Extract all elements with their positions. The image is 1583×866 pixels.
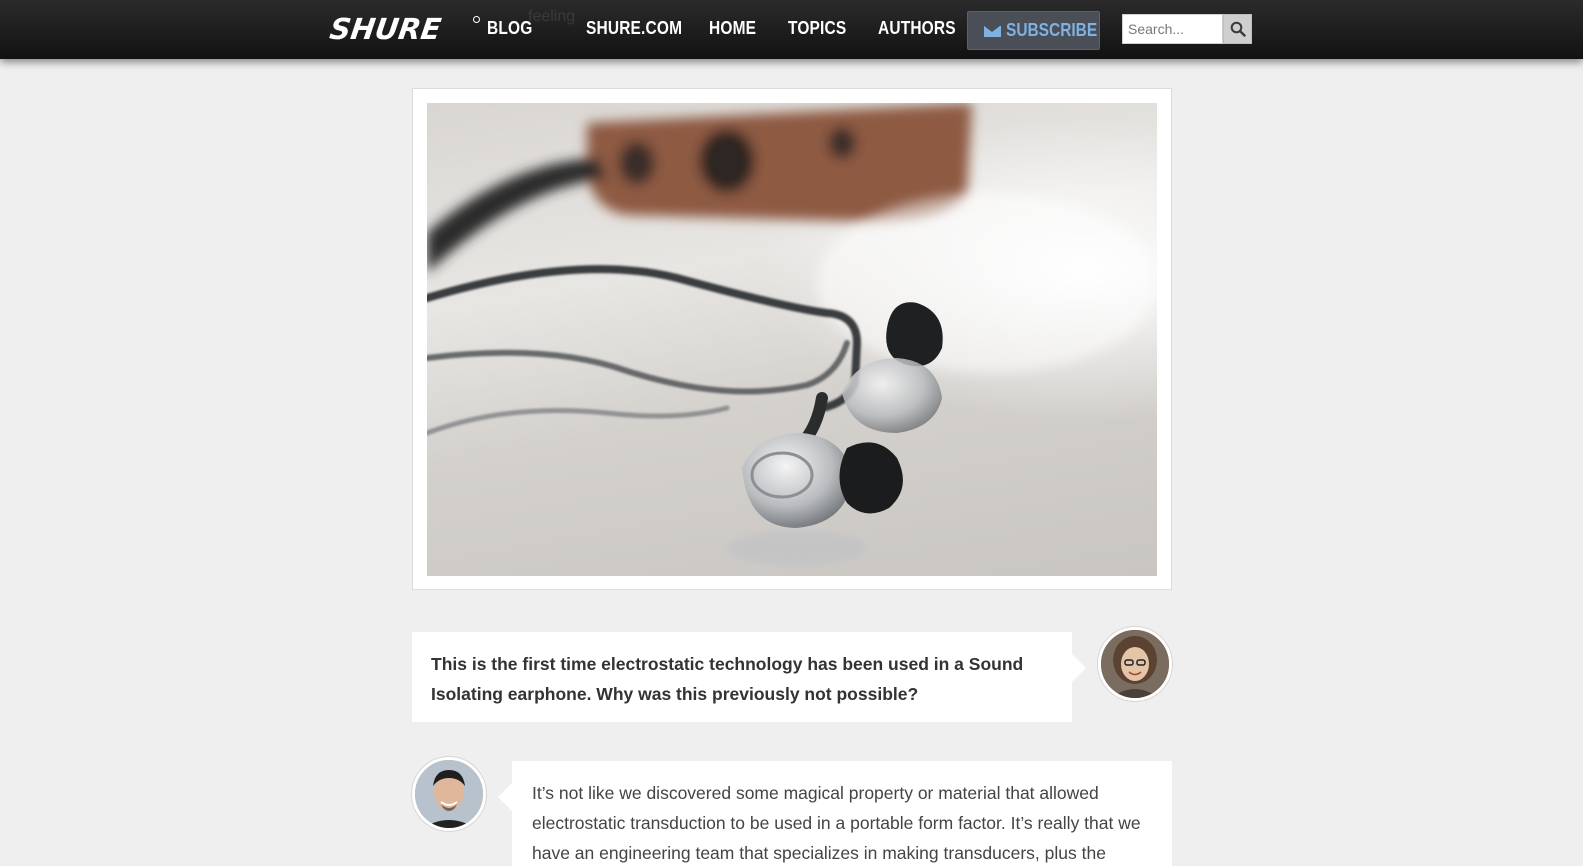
interviewee-avatar[interactable] <box>412 757 486 831</box>
answer-bubble: It’s not like we discovered some magical… <box>498 761 1172 866</box>
nav-link-home[interactable]: HOME <box>709 18 756 39</box>
question-text: This is the first time electrostatic tec… <box>431 654 1024 704</box>
subscribe-label: SUBSCRIBE <box>1006 20 1098 40</box>
interviewer-avatar[interactable] <box>1098 627 1172 701</box>
subscribe-button[interactable]: SUBSCRIBE <box>967 11 1100 50</box>
man-portrait-icon <box>415 760 483 828</box>
envelope-icon <box>984 26 1001 37</box>
top-navigation-bar: SHURE BLOG feeling SHURE.COM HOME TOPICS… <box>0 0 1583 59</box>
blog-label[interactable]: BLOG <box>487 18 532 39</box>
shure-logo[interactable]: SHURE <box>328 12 444 46</box>
search-input[interactable] <box>1122 14 1223 44</box>
registered-mark-icon <box>473 16 480 23</box>
search-button[interactable] <box>1223 14 1252 44</box>
question-bubble: This is the first time electrostatic tec… <box>412 632 1086 722</box>
background-ghost-text: feeling <box>528 8 576 25</box>
answer-text: It’s not like we discovered some magical… <box>532 783 1141 863</box>
magnifier-icon <box>1230 21 1246 37</box>
earphones-illustration <box>427 103 1157 566</box>
nav-link-shure-com[interactable]: SHURE.COM <box>586 18 682 39</box>
nav-link-topics[interactable]: TOPICS <box>788 18 846 39</box>
earphones-photo <box>427 103 1157 576</box>
hero-image-frame <box>412 88 1172 590</box>
woman-portrait-icon <box>1101 630 1169 698</box>
nav-link-authors[interactable]: AUTHORS <box>878 18 956 39</box>
